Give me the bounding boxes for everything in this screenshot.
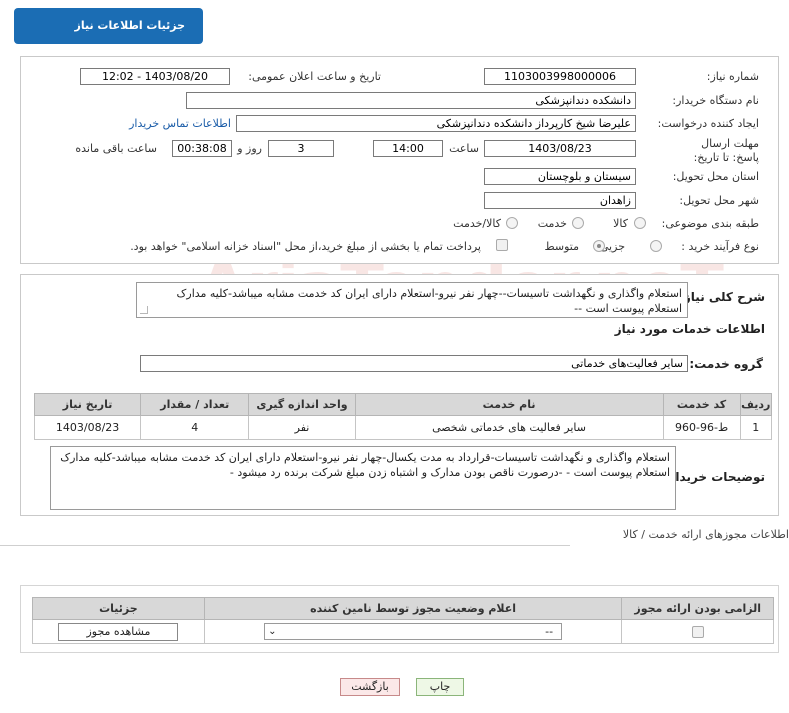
chevron-down-icon: ⌄ (268, 626, 277, 637)
deadline-date-field: 1403/08/23 (484, 140, 636, 157)
buyer-org-field: دانشکده دندانپزشکی (186, 92, 636, 109)
buyer-notes-textarea[interactable]: استعلام واگذاری و نگهداشت تاسیسات-قراردا… (50, 446, 676, 510)
category-label: طبقه بندی موضوعی: (661, 217, 759, 230)
category-goods-service-label: کالا/خدمت (453, 217, 501, 230)
need-details-panel (20, 56, 779, 264)
permits-section-title: اطلاعات مجوزهای ارائه خدمت / کالا (622, 528, 789, 541)
treasury-payment-note: پرداخت تمام یا بخشی از مبلغ خرید،از محل … (130, 240, 481, 253)
unit-cell: نفر (248, 415, 356, 440)
col-unit-header: واحد اندازه گیری (248, 393, 356, 416)
table-row: 1 ط-96-960 سایر فعالیت های خدماتی شخصی ن… (33, 415, 773, 440)
permit-details-header: جزئیات (32, 597, 205, 620)
permit-required-header: الزامی بودن ارائه مجوز (621, 597, 774, 620)
city-label: شهر محل تحویل: (679, 194, 759, 207)
permit-row: ⌄ -- مشاهده مجوز (32, 619, 774, 644)
summary-text: استعلام واگذاری و نگهداشت تاسیسات--چهار … (176, 287, 682, 315)
permit-details-cell: مشاهده مجوز (32, 619, 205, 644)
permit-status-header: اعلام وضعیت مجوز توسط نامین کننده (203, 597, 623, 620)
permits-divider (0, 545, 570, 546)
view-permit-button[interactable]: مشاهده مجوز (58, 622, 179, 641)
city-field: زاهدان (484, 192, 636, 209)
col-code-header: کد خدمت (662, 393, 741, 416)
announce-field: 1403/08/20 - 12:02 (80, 68, 230, 85)
creator-label: ایجاد کننده درخواست: (657, 117, 759, 130)
days-field: 3 (268, 140, 334, 157)
province-label: استان محل تحویل: (672, 170, 759, 183)
service-group-field: سایر فعالیت‌های خدماتی (140, 355, 688, 372)
time-label: ساعت (449, 142, 479, 155)
permit-required-checkbox (691, 626, 704, 638)
quantity-cell: 4 (140, 415, 250, 440)
announce-label: تاریخ و ساعت اعلان عمومی: (248, 70, 381, 83)
resize-grip-icon[interactable] (140, 306, 148, 314)
back-button[interactable]: بازگشت (340, 678, 400, 696)
services-section-title: اطلاعات خدمات مورد نیاز (614, 322, 765, 336)
buyer-org-label: نام دستگاه خریدار: (672, 94, 759, 107)
need-number-field: 1103003998000006 (484, 68, 636, 85)
treasury-payment-checkbox[interactable] (496, 239, 508, 251)
summary-label: شرح کلی نیاز: (679, 290, 765, 304)
permit-status-value: -- (545, 625, 554, 638)
category-goods-service-radio[interactable] (506, 217, 518, 229)
creator-field: علیرضا شیخ کارپرداز دانشکده دندانپزشکی (236, 115, 636, 132)
deadline-label: مهلت ارسال پاسخ: تا تاریخ: (674, 137, 759, 165)
services-table-header: ردیف کد خدمت نام خدمت واحد اندازه گیری ت… (33, 393, 773, 416)
deadline-label-text: مهلت ارسال پاسخ: تا تاریخ: (693, 137, 759, 164)
category-service-label: خدمت (537, 217, 567, 230)
remaining-label: ساعت باقی مانده (75, 142, 157, 155)
services-table: ردیف کد خدمت نام خدمت واحد اندازه گیری ت… (33, 393, 773, 440)
page-title: جزئیات اطلاعات نیاز (14, 8, 203, 44)
category-service-radio[interactable] (572, 217, 584, 229)
category-goods-label: کالا (613, 217, 628, 230)
row-index-cell: 1 (739, 415, 773, 440)
remaining-time-field: 00:38:08 (172, 140, 232, 157)
permits-table: الزامی بودن ارائه مجوز اعلام وضعیت مجوز … (32, 597, 774, 644)
buyer-notes-label: توضیحات خریدار: (663, 470, 765, 484)
purchase-type-label: نوع فرآیند خرید : (681, 240, 759, 253)
purchase-medium-radio[interactable] (593, 240, 605, 252)
service-code-cell: ط-96-960 (662, 415, 741, 440)
summary-textarea[interactable]: استعلام واگذاری و نگهداشت تاسیسات--چهار … (136, 282, 688, 318)
buyer-notes-text: استعلام واگذاری و نگهداشت تاسیسات-قراردا… (60, 451, 670, 479)
col-name-header: نام خدمت (354, 393, 664, 416)
days-label: روز و (237, 142, 262, 155)
purchase-medium-label: متوسط (544, 240, 579, 253)
col-qty-header: تعداد / مقدار (140, 393, 250, 416)
province-field: سیستان و بلوچستان (484, 168, 636, 185)
col-date-header: تاریخ نیاز (33, 393, 142, 416)
deadline-time-field: 14:00 (373, 140, 443, 157)
buyer-contact-link[interactable]: اطلاعات تماس خریدار (129, 117, 231, 130)
service-group-label: گروه خدمت: (689, 357, 763, 371)
service-name-cell: سایر فعالیت های خدماتی شخصی (354, 415, 664, 440)
permit-status-select[interactable]: ⌄ -- (264, 623, 563, 640)
need-number-label: شماره نیاز: (706, 70, 759, 83)
permit-status-cell: ⌄ -- (203, 619, 623, 644)
purchase-minor-radio[interactable] (650, 240, 662, 252)
need-date-cell: 1403/08/23 (33, 415, 142, 440)
col-row-header: ردیف (739, 393, 773, 416)
permits-table-header: الزامی بودن ارائه مجوز اعلام وضعیت مجوز … (32, 597, 774, 620)
category-goods-radio[interactable] (634, 217, 646, 229)
permit-required-cell (621, 619, 774, 644)
print-button[interactable]: چاپ (416, 678, 464, 696)
